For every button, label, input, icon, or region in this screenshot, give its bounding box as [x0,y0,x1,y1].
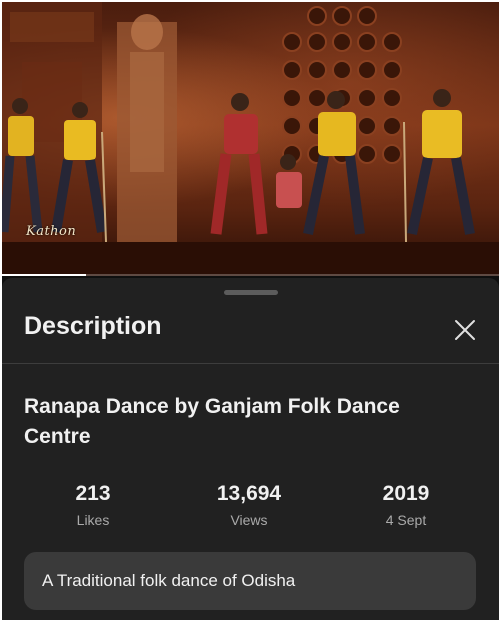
views-stat: 13,694 Views [184,480,314,530]
views-label: Views [230,512,268,528]
likes-count: 213 [75,482,111,505]
description-sheet: Description Ranapa Dance by Ganjam Folk … [2,278,499,620]
description-box[interactable]: A Traditional folk dance of Odisha [24,552,476,610]
upload-date: 4 Sept [385,512,427,528]
likes-label: Likes [76,512,110,528]
upload-year: 2019 [382,482,430,505]
date-stat: 2019 4 Sept [341,480,471,530]
video-player[interactable]: Kathon [2,2,499,276]
video-frame-image [2,2,499,276]
close-icon [455,320,475,340]
sheet-divider [2,363,499,364]
likes-stat: 213 Likes [28,480,158,530]
video-progress-fill [2,274,87,276]
drag-handle[interactable] [224,290,278,295]
sheet-title: Description [24,312,162,340]
video-progress-bar[interactable] [2,274,499,276]
channel-watermark: Kathon [26,224,77,239]
close-button[interactable] [450,315,480,345]
description-text: A Traditional folk dance of Odisha [42,571,296,590]
app-frame: Kathon Description Ranapa Dance by Ganja… [2,2,499,620]
video-title: Ranapa Dance by Ganjam Folk Dance Centre [24,395,400,448]
views-count: 13,694 [216,482,282,505]
